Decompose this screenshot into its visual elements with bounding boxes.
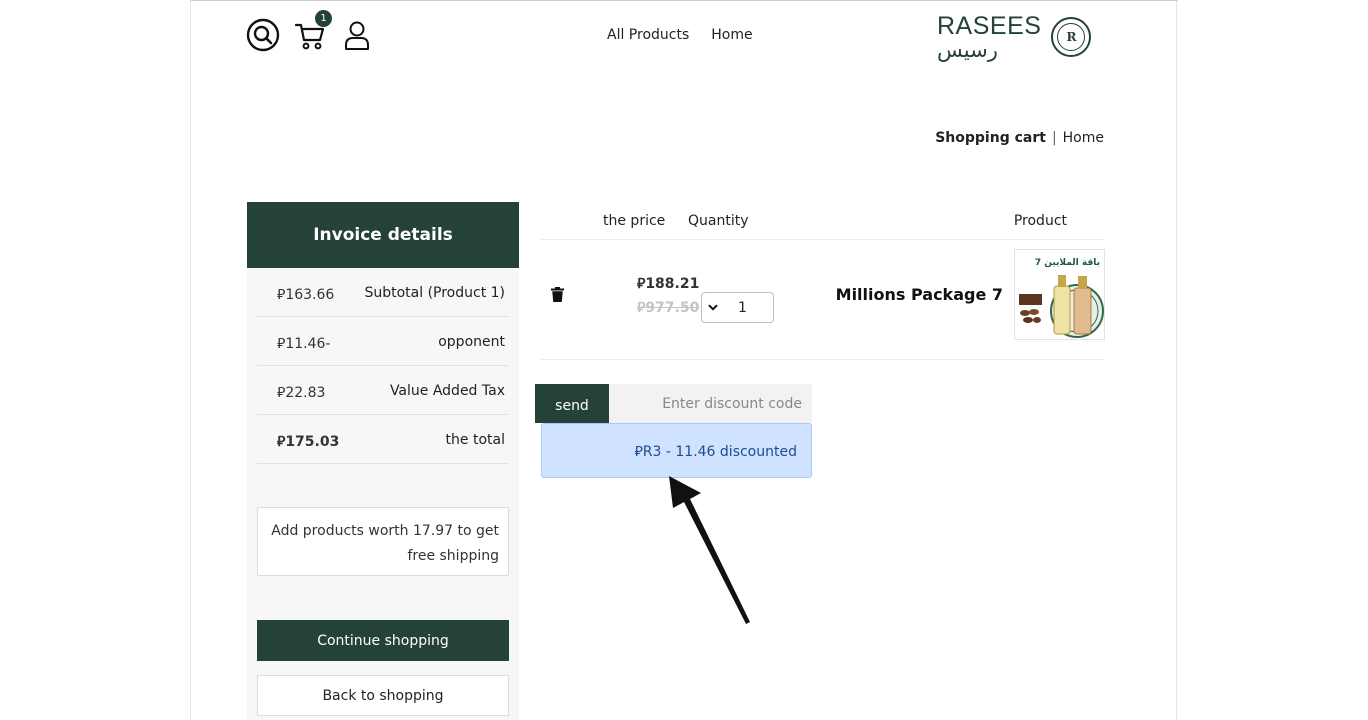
nav-all-products[interactable]: All Products (607, 27, 689, 43)
column-header-product: Product (1013, 213, 1067, 229)
invoice-label: the total (445, 432, 505, 448)
invoice-label: Value Added Tax (389, 383, 505, 399)
quantity-select[interactable]: 1 (701, 292, 774, 323)
column-header-quantity: Quantity (688, 213, 749, 229)
invoice-label: opponent (438, 334, 505, 350)
continue-shopping-button[interactable]: Continue shopping (257, 620, 509, 661)
top-divider (191, 0, 1178, 1)
logo-seal: R (1051, 17, 1092, 57)
product-image[interactable]: باقة الملايين 7 (1014, 249, 1105, 340)
remove-item-button[interactable] (551, 287, 564, 306)
column-header-price: the price (603, 213, 666, 229)
quantity-value: 1 (738, 299, 747, 316)
invoice-panel: Invoice details ⃁163.66 Subtotal (Produc… (247, 202, 519, 720)
brand-logo[interactable]: RASEES رسيس R (937, 10, 1092, 64)
invoice-row-subtotal: ⃁163.66 Subtotal (Product 1) (257, 268, 509, 317)
send-discount-button[interactable]: send (535, 384, 609, 423)
discount-code-input[interactable] (609, 384, 812, 423)
main-nav: All Products Home (607, 27, 753, 43)
item-price-original: ⃁977.50 (637, 300, 700, 316)
back-to-shopping-button[interactable]: Back to shopping (257, 675, 509, 716)
invoice-row-total: ⃁175.03 the total (257, 415, 509, 464)
product-image-graphic: باقة الملايين 7 (1015, 250, 1104, 339)
free-shipping-note: Add products worth 17.97 to get free shi… (257, 507, 509, 576)
trash-icon (551, 287, 564, 306)
account-button[interactable] (340, 18, 374, 52)
cart-button[interactable]: 1 (293, 10, 332, 52)
cart-count-badge: 1 (315, 10, 332, 27)
logo-arabic: رسيس (937, 37, 998, 62)
cart-table-header: the price Quantity Product (541, 212, 1105, 240)
logo-wordmark: RASEES رسيس (937, 11, 1042, 62)
user-icon (340, 18, 374, 52)
breadcrumb-separator: | (1051, 130, 1057, 146)
invoice-amount: ⃁11.46- (277, 336, 331, 352)
page: 1 All Products Home RASEES رسيس R Shoppi… (190, 0, 1178, 720)
logo-seal-letter: R (1057, 23, 1086, 51)
breadcrumb-current: Shopping cart (935, 130, 1046, 146)
logo-latin: RASEES (937, 11, 1042, 40)
invoice-amount: ⃁22.83 (277, 385, 326, 401)
invoice-amount: ⃁163.66 (277, 287, 335, 303)
product-name[interactable]: Millions Package 7 (836, 285, 1003, 304)
nav-home[interactable]: Home (711, 27, 752, 43)
invoice-amount: ⃁175.03 (277, 434, 340, 450)
breadcrumb-home[interactable]: Home (1063, 130, 1104, 146)
search-button[interactable] (246, 18, 280, 52)
cart-item-row: ⃁188.21 ⃁977.50 1 Millions Package 7 باق… (541, 240, 1105, 360)
discount-form: send (535, 384, 812, 423)
item-price-current: ⃁188.21 (637, 276, 700, 292)
invoice-label: Subtotal (Product 1) (364, 285, 505, 301)
discount-applied-alert: ⃁R3 - 11.46 discounted (541, 423, 812, 478)
breadcrumb: Shopping cart | Home (935, 130, 1104, 146)
invoice-title: Invoice details (247, 202, 519, 268)
product-image-caption: باقة الملايين 7 (1035, 258, 1100, 268)
chevron-down-icon (706, 304, 720, 311)
search-icon (246, 18, 280, 52)
invoice-row-vat: ⃁22.83 Value Added Tax (257, 366, 509, 415)
invoice-row-discount: ⃁11.46- opponent (257, 317, 509, 366)
